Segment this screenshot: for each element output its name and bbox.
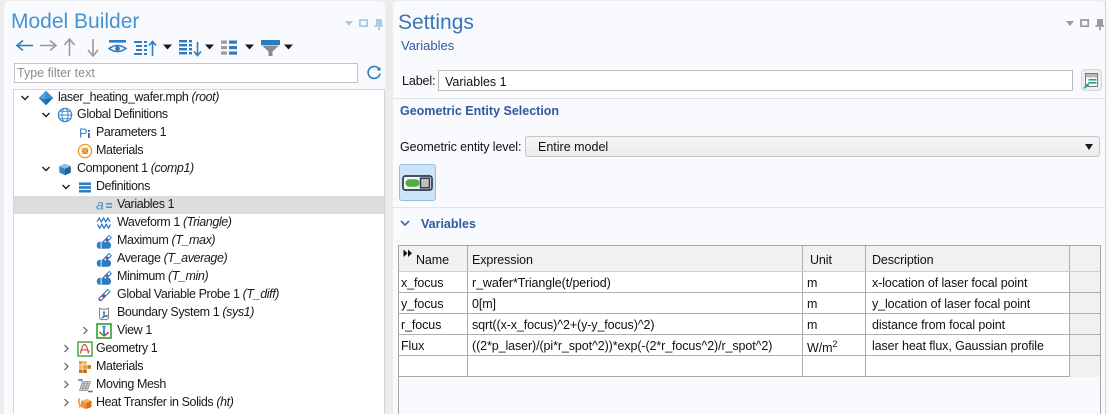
svg-text:a: a xyxy=(96,197,104,213)
svg-text:P: P xyxy=(79,126,87,141)
